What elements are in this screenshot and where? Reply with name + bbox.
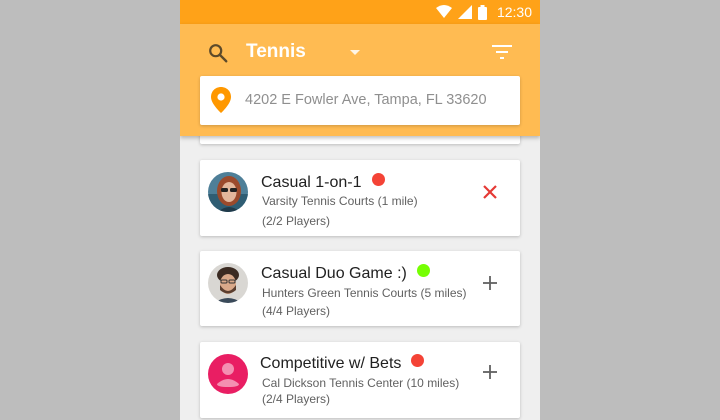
filter-icon[interactable]	[492, 44, 512, 60]
status-time: 12:30	[496, 4, 532, 20]
add-icon	[483, 365, 497, 379]
player-count: (4/4 Players)	[262, 304, 331, 318]
game-list: Casual 1-on-1 Varsity Tennis Courts (1 m…	[180, 126, 540, 420]
status-bar: 12:30	[180, 0, 540, 24]
sport-label: Tennis	[246, 41, 306, 62]
court-name: Varsity Tennis Courts (1 mile)	[262, 194, 418, 208]
cell-signal-icon	[457, 5, 472, 19]
status-indicator	[371, 173, 385, 186]
leave-game-button[interactable]	[480, 182, 500, 202]
search-icon[interactable]	[207, 42, 229, 64]
location-input[interactable]: 4202 E Fowler Ave, Tampa, FL 33620	[200, 76, 520, 125]
avatar-placeholder-icon	[208, 354, 248, 394]
game-title: Competitive w/ Bets	[260, 354, 425, 373]
avatar	[208, 172, 248, 212]
court-name: Hunters Green Tennis Courts (5 miles)	[262, 286, 467, 300]
chevron-down-icon[interactable]	[350, 50, 360, 55]
location-pin-icon	[211, 87, 231, 113]
join-game-button[interactable]	[480, 273, 500, 293]
list-item[interactable]: Casual Duo Game :) Hunters Green Tennis …	[200, 251, 520, 326]
sport-dropdown[interactable]: Tennis	[246, 38, 306, 66]
wifi-icon	[435, 5, 452, 18]
player-count: (2/4 Players)	[262, 392, 331, 406]
battery-icon	[477, 4, 487, 20]
add-icon	[483, 276, 497, 290]
game-title: Casual Duo Game :)	[261, 264, 430, 283]
close-icon	[483, 185, 497, 199]
status-indicator	[416, 264, 430, 277]
court-name: Cal Dickson Tennis Center (10 miles)	[262, 376, 460, 390]
join-game-button[interactable]	[480, 362, 500, 382]
location-text: 4202 E Fowler Ave, Tampa, FL 33620	[245, 92, 487, 108]
app-bar: Tennis 4202 E Fowler Ave, Tampa, FL 3362…	[180, 24, 540, 136]
status-indicator	[411, 354, 425, 367]
list-item[interactable]: Competitive w/ Bets Cal Dickson Tennis C…	[200, 342, 520, 418]
phone-screen: 12:30 Tennis 4202 E Fowler Ave, Tampa, F…	[180, 0, 540, 420]
player-count: (2/2 Players)	[262, 214, 331, 228]
list-item[interactable]: Casual 1-on-1 Varsity Tennis Courts (1 m…	[200, 160, 520, 236]
status-icons: 12:30	[435, 4, 532, 20]
game-title: Casual 1-on-1	[261, 173, 385, 192]
avatar	[208, 263, 248, 303]
